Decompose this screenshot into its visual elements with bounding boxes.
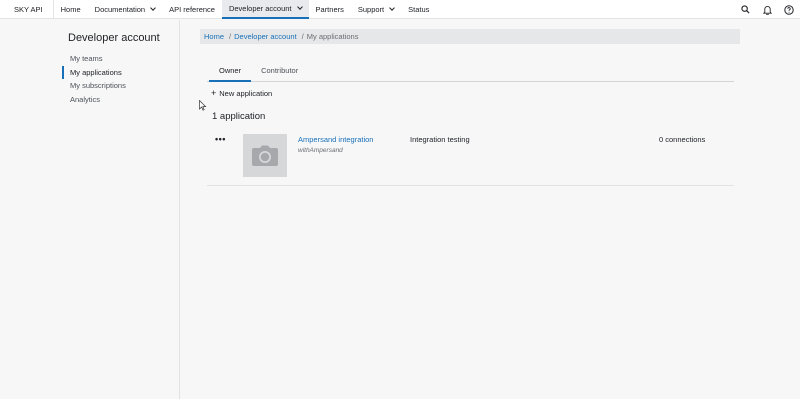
- nav-status[interactable]: Status: [401, 0, 436, 19]
- sidebar-links: My teams My applications My subscription…: [62, 52, 126, 106]
- nav-api-reference-label: API reference: [169, 5, 215, 14]
- application-count-heading: 1 application: [212, 111, 266, 122]
- nav-support[interactable]: Support: [351, 0, 401, 19]
- search-icon[interactable]: [734, 0, 756, 19]
- application-connections: 0 connections: [659, 135, 706, 144]
- nav-home-label: Home: [60, 5, 81, 14]
- bell-icon[interactable]: [756, 0, 778, 19]
- brand-link[interactable]: SKY API: [0, 0, 54, 19]
- application-name-link[interactable]: Ampersand integration: [298, 135, 373, 144]
- nav-developer-account[interactable]: Developer account: [221, 0, 309, 19]
- sidebar-item-my-subscriptions[interactable]: My subscriptions: [62, 79, 126, 93]
- nav-documentation-label: Documentation: [94, 5, 146, 14]
- breadcrumb-home[interactable]: Home: [204, 32, 224, 41]
- new-application-button[interactable]: + New application: [211, 88, 273, 99]
- help-icon[interactable]: [778, 0, 800, 19]
- breadcrumb-separator: /: [229, 32, 232, 41]
- application-owner: withAmpersand: [298, 147, 343, 154]
- mouse-cursor-icon: [199, 100, 207, 111]
- sidebar-item-my-teams[interactable]: My teams: [62, 52, 126, 66]
- top-navigation: SKY API Home Documentation API reference…: [0, 0, 800, 19]
- ownership-tabs: Owner Contributor: [207, 62, 734, 82]
- tab-contributor[interactable]: Contributor: [251, 62, 308, 82]
- breadcrumb-developer-account[interactable]: Developer account: [234, 32, 297, 41]
- chevron-down-icon: [296, 4, 303, 10]
- application-environment: Integration testing: [410, 135, 470, 144]
- sidebar-item-analytics[interactable]: Analytics: [62, 93, 126, 107]
- nav-partners[interactable]: Partners: [309, 0, 351, 19]
- sidebar-item-my-applications[interactable]: My applications: [62, 65, 126, 79]
- nav-home[interactable]: Home: [54, 0, 88, 19]
- nav-documentation[interactable]: Documentation: [88, 0, 162, 19]
- camera-icon: [252, 145, 278, 166]
- breadcrumb-current: My applications: [306, 32, 359, 41]
- tab-owner[interactable]: Owner: [209, 62, 252, 82]
- sidebar: Developer account My teams My applicatio…: [0, 20, 180, 399]
- nav-partners-label: Partners: [315, 5, 344, 14]
- breadcrumb-separator: /: [301, 32, 304, 41]
- sidebar-title: Developer account: [68, 32, 160, 44]
- application-row: ••• Ampersand integration withAmpersand …: [207, 128, 734, 186]
- application-thumbnail: [243, 134, 287, 177]
- nav-status-label: Status: [408, 5, 430, 14]
- nav-api-reference[interactable]: API reference: [162, 0, 222, 19]
- more-actions-icon[interactable]: •••: [215, 134, 226, 144]
- nav-utility-icons: [734, 0, 800, 19]
- nav-developer-account-label: Developer account: [228, 4, 292, 13]
- new-application-label: New application: [219, 89, 273, 98]
- chevron-down-icon: [150, 5, 156, 11]
- plus-icon: +: [211, 88, 217, 98]
- chevron-down-icon: [389, 5, 395, 11]
- nav-support-label: Support: [357, 5, 385, 14]
- breadcrumb: Home / Developer account / My applicatio…: [200, 29, 740, 44]
